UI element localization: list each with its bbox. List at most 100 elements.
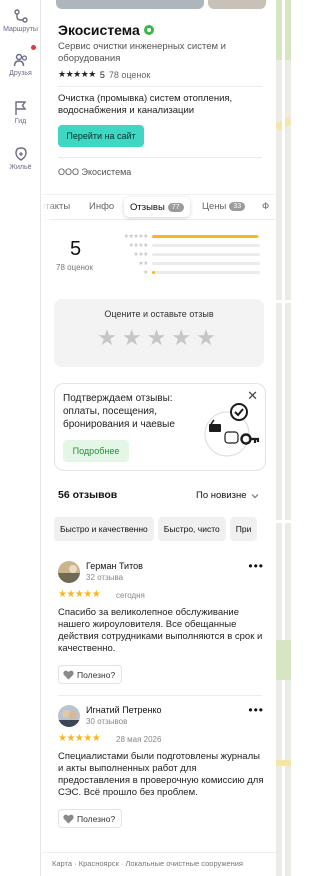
org-rating-row[interactable]: ★★★★★ 5 78 оценок xyxy=(58,69,150,80)
footer-breadcrumb: Карта · Красноярск · Локальные очистные … xyxy=(42,852,276,876)
summary-count: 78 оценок xyxy=(56,263,93,272)
rail-routes-label: Маршруты xyxy=(3,26,38,33)
rating-bar-stars-icon: ★★ xyxy=(138,261,148,267)
review-author[interactable]: Герман Титов xyxy=(86,561,143,571)
review-stars-icon: ★★★★★ xyxy=(58,733,101,744)
rate-title: Оцените и оставьте отзыв xyxy=(104,309,214,319)
verified-icon xyxy=(143,25,154,35)
tab-info[interactable]: Инфо xyxy=(89,201,114,212)
rate-box: Оцените и оставьте отзыв ★★★★★ xyxy=(54,299,264,367)
review-author-stats: 32 отзыва xyxy=(86,573,124,582)
avatar[interactable] xyxy=(58,561,80,583)
notification-dot xyxy=(31,45,36,50)
review-card: Герман Титов 32 отзыва ••• ★★★★★ сегодня… xyxy=(58,559,266,686)
useful-label: Полезно? xyxy=(77,669,116,680)
rating-bar-fill xyxy=(152,271,156,274)
tab-fade xyxy=(42,195,56,221)
rating-bar-track xyxy=(152,271,260,274)
org-rating-value: 5 xyxy=(99,69,105,80)
routes-icon xyxy=(13,9,28,23)
promo-more-button[interactable]: Подробнее xyxy=(63,440,129,462)
map-area xyxy=(276,640,291,680)
tab-label: Ф xyxy=(262,201,270,212)
org-panel: Экосистема Сервис очистки инженерных сис… xyxy=(42,0,276,876)
verify-promo-card: Подтверждаем отзывы: оплаты, посещения, … xyxy=(54,383,266,471)
review-text: Спасибо за великолепное обслуживание наш… xyxy=(58,607,263,654)
org-legal-name: ООО Экосистема xyxy=(58,167,132,177)
reviews-count: 56 отзывов xyxy=(58,489,118,501)
rating-bar-stars-icon: ★★★★★ xyxy=(123,234,149,240)
review-text: Специалистами были подготовлены журналы … xyxy=(58,751,264,798)
rate-star-3[interactable]: ★ xyxy=(147,325,172,350)
useful-button[interactable]: Полезно? xyxy=(58,665,123,684)
tab-prices[interactable]: Цены 33 xyxy=(202,201,246,212)
divider xyxy=(58,695,262,696)
photo-strip[interactable] xyxy=(42,0,276,10)
review-author[interactable]: Игнатий Петренко xyxy=(86,705,162,715)
rating-bar-stars-icon: ★★★ xyxy=(133,252,148,258)
rating-bar-stars-icon: ★★★★ xyxy=(128,243,148,249)
tab-photos[interactable]: Ф xyxy=(262,201,269,212)
org-rating-count: 78 оценок xyxy=(108,69,151,80)
summary-score: 5 xyxy=(70,238,82,260)
rate-star-4[interactable]: ★ xyxy=(171,325,196,350)
rail-guide[interactable]: Гид xyxy=(0,100,41,125)
more-icon[interactable]: ••• xyxy=(248,703,264,717)
org-description: Очистка (промывка) систем отопления, вод… xyxy=(58,93,233,116)
chip-more[interactable]: При xyxy=(229,517,258,541)
rating-bar-row: ★★★★ xyxy=(110,241,266,250)
rate-star-1[interactable]: ★ xyxy=(97,325,122,350)
org-photo[interactable] xyxy=(208,0,266,9)
sort-dropdown[interactable]: По новизне xyxy=(196,490,259,501)
map-road xyxy=(276,300,291,303)
rate-star-5[interactable]: ★ xyxy=(196,325,221,350)
rail-friends[interactable]: Друзья xyxy=(0,52,41,77)
heart-icon xyxy=(63,670,74,679)
rating-bar-stars-icon: ★ xyxy=(143,270,148,276)
review-date: сегодня xyxy=(116,591,145,600)
rating-distribution: ★★★★★ ★★★★ ★★★ ★★ ★ xyxy=(110,232,266,277)
rail-housing[interactable]: Жильё xyxy=(0,146,41,171)
review-chips: Быстро и качественно Быстро, чисто При xyxy=(54,517,276,541)
org-title-row: Экосистема xyxy=(58,22,154,38)
chip-fast-quality[interactable]: Быстро и качественно xyxy=(54,517,154,541)
rate-star-2[interactable]: ★ xyxy=(122,325,147,350)
friends-icon xyxy=(13,53,27,67)
rating-bar-fill xyxy=(152,235,258,238)
rail-housing-label: Жильё xyxy=(9,164,32,171)
rail-routes[interactable]: Маршруты xyxy=(0,8,41,33)
review-date: 28 мая 2026 xyxy=(116,735,162,744)
flag-icon xyxy=(14,101,26,115)
housing-icon xyxy=(14,147,27,161)
org-photo[interactable] xyxy=(56,0,204,9)
review-stars-icon: ★★★★★ xyxy=(58,589,101,600)
rating-bar-row: ★★★★★ xyxy=(110,232,266,241)
divider xyxy=(58,157,262,158)
map-road xyxy=(276,760,291,766)
rating-bar-row: ★★ xyxy=(110,259,266,268)
useful-button[interactable]: Полезно? xyxy=(58,809,123,828)
rating-stars-icon: ★★★★★ xyxy=(58,69,96,79)
tab-badge: 33 xyxy=(229,202,246,211)
left-rail: Маршруты Друзья Гид Жильё xyxy=(0,0,41,876)
map-road xyxy=(282,0,285,876)
rating-bar-track xyxy=(152,262,260,265)
tab-label: Инфо xyxy=(89,201,115,212)
website-button[interactable]: Перейти на сайт xyxy=(58,125,144,147)
avatar[interactable] xyxy=(58,705,80,727)
map-road xyxy=(276,520,291,523)
map-view[interactable] xyxy=(276,0,291,876)
rating-bar-row: ★ xyxy=(110,268,266,277)
tab-bar: нтакты Инфо Отзывы 77 Цены 33 Ф xyxy=(42,194,276,221)
rating-bar-track xyxy=(152,235,260,238)
promo-text: Подтверждаем отзывы: оплаты, посещения, … xyxy=(63,393,175,430)
chip-fast-clean[interactable]: Быстро, чисто xyxy=(157,517,226,541)
tab-badge: 77 xyxy=(167,202,184,212)
rating-bar-row: ★★★ xyxy=(110,250,266,259)
review-card: Игнатий Петренко 30 отзывов ••• ★★★★★ 28… xyxy=(58,703,266,830)
more-icon[interactable]: ••• xyxy=(248,559,264,573)
tab-reviews[interactable]: Отзывы 77 xyxy=(124,197,190,217)
org-title: Экосистема xyxy=(58,22,140,38)
divider xyxy=(58,86,262,87)
rating-bar-track xyxy=(152,244,260,247)
